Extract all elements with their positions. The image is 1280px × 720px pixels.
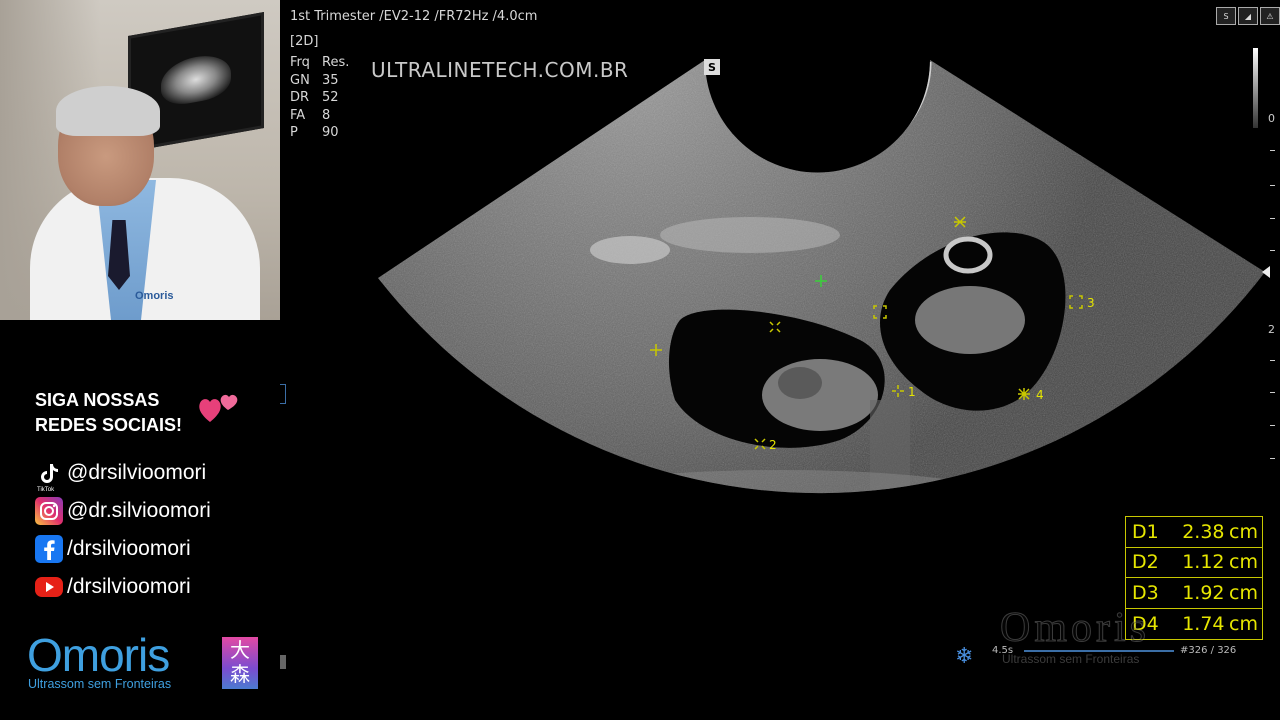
- embryo-1-head: [778, 367, 822, 399]
- scroll-indicator: [280, 655, 286, 669]
- edge-marker: [280, 384, 286, 404]
- tiktok-handle: @drsilvioomori: [67, 461, 207, 484]
- logo-kanji-bottom: 森: [230, 664, 250, 686]
- doctor-hair: [56, 86, 160, 136]
- caliper-label-4: 4: [1036, 388, 1044, 402]
- webcam-feed: Omoris: [0, 0, 280, 320]
- depth-tick: [1270, 150, 1275, 151]
- bright-tissue: [590, 236, 670, 264]
- sidebar: Omoris SIGA NOSSAS REDES SOCIAIS! TikTok…: [0, 0, 280, 720]
- bright-tissue: [660, 217, 840, 253]
- warning-icon: ⚠: [1260, 7, 1280, 25]
- cine-time: 4.5s: [992, 645, 1014, 656]
- facebook-handle: /drsilvioomori: [67, 537, 191, 560]
- facebook-icon: [35, 535, 63, 563]
- orientation-marker: S: [704, 59, 720, 75]
- depth-tick: [1270, 360, 1275, 361]
- bottom-watermark-sub: Ultrassom sem Fronteiras: [1002, 652, 1140, 666]
- omoris-logo: Omoris Ultrassom sem Fronteiras 大 森: [27, 630, 267, 692]
- measurement-row: D2 1.12 cm: [1126, 548, 1262, 578]
- depth-tick: [1270, 458, 1275, 459]
- follow-title-line2: REDES SOCIAIS!: [35, 415, 183, 435]
- tiktok-icon: TikTok: [35, 459, 63, 493]
- depth-label: 2: [1268, 323, 1275, 336]
- measurement-row: D1 2.38 cm: [1126, 517, 1262, 548]
- caliper-marker: [1018, 388, 1030, 400]
- caliper-label-1: 1: [908, 385, 916, 399]
- depth-tick: [1270, 425, 1275, 426]
- social-youtube[interactable]: /drsilvioomori: [35, 572, 191, 602]
- near-field-arc: [719, 61, 921, 157]
- cine-frame-count: #326 / 326: [1180, 645, 1237, 656]
- hearts-icon: [199, 394, 238, 422]
- probe-icons: S ◢ ⚠: [1216, 7, 1280, 25]
- follow-title: SIGA NOSSAS REDES SOCIAIS!: [35, 388, 182, 438]
- instagram-icon: [35, 497, 63, 525]
- caliper-label-2: 2: [769, 438, 777, 452]
- logo-name: Omoris: [27, 629, 170, 681]
- social-tiktok[interactable]: TikTok @drsilvioomori: [35, 458, 207, 493]
- monitor-scan-image: [161, 50, 231, 109]
- logo-kanji: 大 森: [222, 637, 258, 689]
- posterior-tissue: [550, 470, 1010, 494]
- social-facebook[interactable]: /drsilvioomori: [35, 534, 191, 564]
- follow-title-line1: SIGA NOSSAS: [35, 390, 160, 410]
- septum: [870, 400, 910, 494]
- har-icon: S: [1216, 7, 1236, 25]
- depth-tick: [1270, 218, 1275, 219]
- ultrasound-panel: 1st Trimester /EV2-12 /FR72Hz /4.0cm [2D…: [280, 0, 1280, 720]
- tiktok-icon-label: TikTok: [37, 487, 55, 493]
- grayscale-bar: [1253, 48, 1258, 128]
- focus-marker-icon: [1262, 266, 1270, 278]
- embryo-1: [762, 359, 878, 431]
- depth-label: 0: [1268, 112, 1275, 125]
- youtube-handle: /drsilvioomori: [67, 575, 191, 598]
- depth-tick: [1270, 185, 1275, 186]
- coat-logo: Omoris: [135, 290, 174, 302]
- embryo-2: [915, 286, 1025, 354]
- social-instagram[interactable]: @dr.silvioomori: [35, 496, 211, 526]
- depth-tick: [1270, 392, 1275, 393]
- logo-kanji-top: 大: [230, 640, 250, 662]
- instagram-handle: @dr.silvioomori: [67, 499, 211, 522]
- probe-icon: ◢: [1238, 7, 1258, 25]
- caliper-label-3: 3: [1087, 296, 1095, 310]
- cine-scrubber[interactable]: [1024, 650, 1174, 652]
- logo-tagline: Ultrassom sem Fronteiras: [28, 677, 172, 691]
- freeze-snowflake-icon[interactable]: ❄: [955, 645, 973, 667]
- depth-tick: [1270, 250, 1275, 251]
- youtube-icon: [35, 577, 63, 597]
